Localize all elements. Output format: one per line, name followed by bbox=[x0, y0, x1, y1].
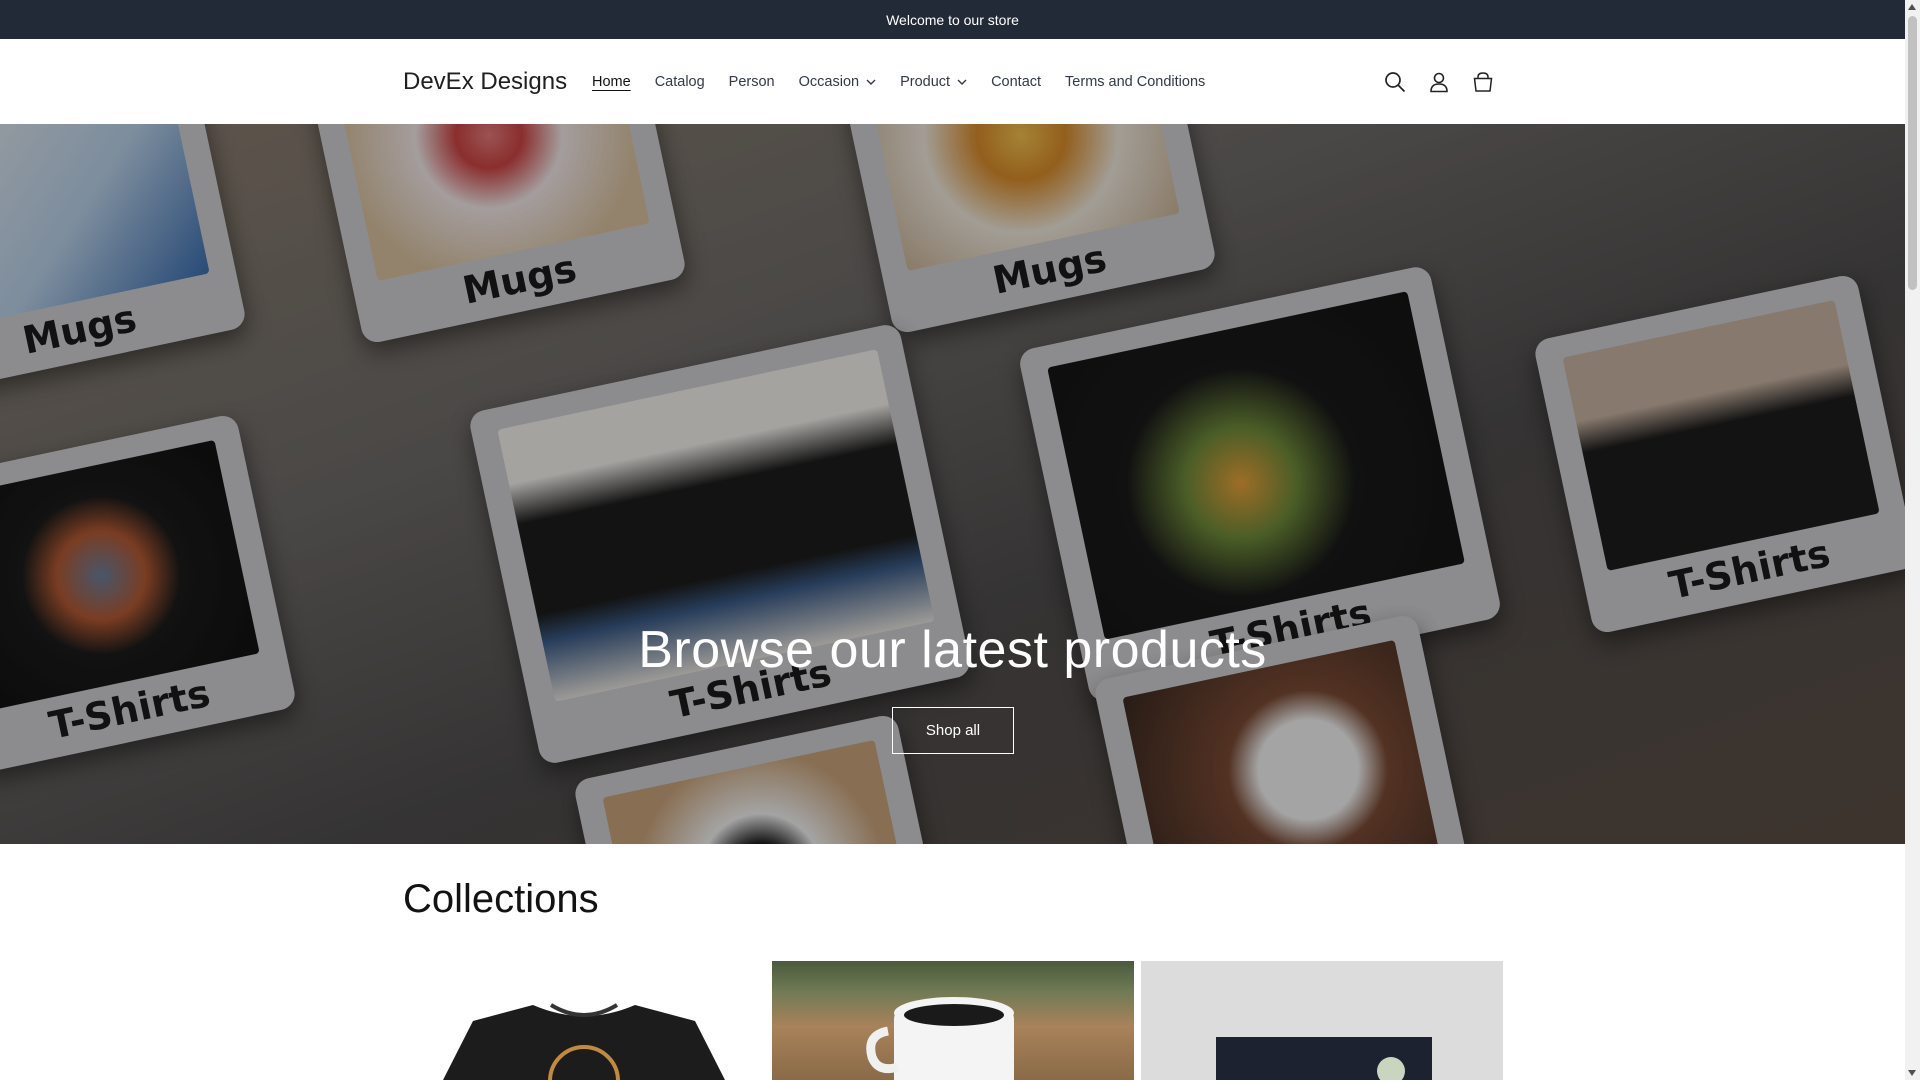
account-icon bbox=[1430, 72, 1448, 92]
collection-image bbox=[443, 1003, 725, 1080]
nav-item-home[interactable]: Home bbox=[580, 74, 643, 90]
scroll-down-arrow[interactable] bbox=[1908, 1070, 1916, 1076]
nav-item-person[interactable]: Person bbox=[717, 74, 787, 90]
nav-item-label: Occasion bbox=[798, 73, 860, 90]
site-header: DevEx Designs Home Catalog Person Occasi… bbox=[0, 39, 1905, 124]
hero-title: Browse our latest products bbox=[638, 621, 1267, 679]
main-nav: Home Catalog Person Occasion Product Con… bbox=[580, 39, 1217, 124]
collection-card-tshirts[interactable] bbox=[403, 961, 765, 1080]
nav-item-occasion[interactable]: Occasion bbox=[787, 74, 888, 90]
nav-item-product[interactable]: Product bbox=[888, 74, 979, 90]
collection-card-posters[interactable] bbox=[1141, 961, 1503, 1080]
chevron-down-icon bbox=[957, 79, 967, 85]
search-icon bbox=[1385, 71, 1406, 92]
hero-banner: Mugs Mugs Mugs T-Shirts T-Shirts T-Shirt… bbox=[0, 124, 1905, 844]
search-button[interactable] bbox=[1381, 68, 1409, 96]
account-button[interactable] bbox=[1425, 68, 1453, 96]
nav-item-label: Catalog bbox=[654, 73, 705, 90]
header-icons bbox=[1381, 39, 1497, 124]
brand-logo[interactable]: DevEx Designs bbox=[403, 39, 567, 124]
collection-card-mugs[interactable] bbox=[772, 961, 1134, 1080]
announcement-bar: Welcome to our store bbox=[0, 0, 1905, 39]
collections-title: Collections bbox=[403, 877, 599, 921]
nav-item-label: Product bbox=[900, 73, 951, 90]
chevron-down-icon bbox=[866, 79, 876, 85]
nav-item-catalog[interactable]: Catalog bbox=[643, 74, 717, 90]
page-scrollbar[interactable] bbox=[1905, 0, 1920, 1080]
nav-item-label: Home bbox=[592, 73, 631, 90]
nav-item-label: Terms and Conditions bbox=[1065, 73, 1206, 90]
cart-icon bbox=[1473, 71, 1493, 92]
nav-item-label: Contact bbox=[991, 73, 1042, 90]
nav-item-contact[interactable]: Contact bbox=[979, 74, 1053, 90]
scrollbar-thumb[interactable] bbox=[1908, 16, 1917, 290]
announcement-text: Welcome to our store bbox=[886, 11, 1019, 28]
scroll-up-arrow[interactable] bbox=[1908, 4, 1916, 10]
collection-image bbox=[866, 997, 1014, 1080]
nav-item-terms[interactable]: Terms and Conditions bbox=[1053, 74, 1217, 90]
shop-all-button[interactable]: Shop all bbox=[892, 707, 1014, 754]
cart-button[interactable] bbox=[1469, 68, 1497, 96]
nav-item-label: Person bbox=[728, 73, 775, 90]
collection-image bbox=[1216, 1037, 1432, 1080]
